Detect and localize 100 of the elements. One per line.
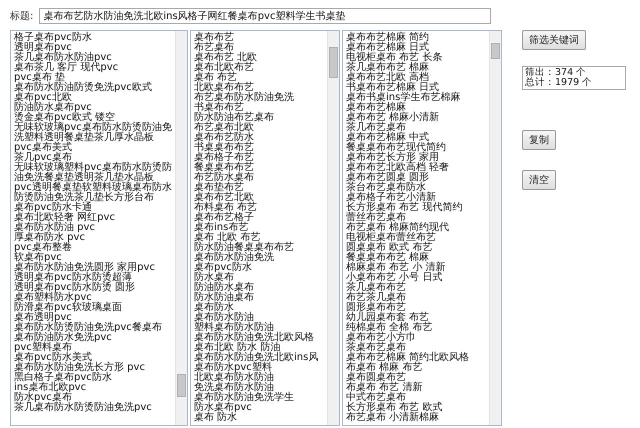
- keyword-line: 桌布布艺: [194, 33, 235, 43]
- keyword-line: 桌布布艺 北欧: [194, 53, 258, 63]
- keyword-line: 桌布防水防油免洗圆形 家用pvc: [14, 263, 156, 273]
- keyword-line: 防水pvc桌布: [14, 393, 72, 403]
- keyword-line: 桌布布艺棉麻: [346, 103, 406, 113]
- scrollbar-track[interactable]: [175, 31, 187, 425]
- keyword-line: 桌布布艺北欧: [194, 193, 254, 203]
- keyword-line: 电视柜桌布蕾丝布艺: [346, 233, 437, 243]
- keyword-line: 桌布布艺防水: [194, 133, 255, 143]
- keyword-line: 长方形桌布 布艺 现代简约: [346, 203, 464, 213]
- keyword-line: 防水防油布艺桌布: [194, 113, 275, 123]
- keyword-line: 布艺桌布北欧: [194, 123, 255, 133]
- keyword-line: 桌布垫布艺: [194, 183, 244, 193]
- keyword-line: 透明桌布pvc防水防烫超薄: [14, 273, 132, 283]
- keyword-line: ins桌布北欧pvc: [14, 383, 86, 393]
- keyword-line: 餐桌桌布布艺现代简约: [346, 143, 447, 153]
- keyword-line: 防水桌布pvc: [194, 403, 253, 413]
- clear-button[interactable]: 清空: [522, 170, 556, 190]
- filter-keywords-button[interactable]: 筛选关键词: [522, 30, 586, 50]
- keyword-line: 茶几桌布布艺 棉麻: [346, 63, 430, 73]
- keyword-line: 棉麻桌布 布艺 小 清新: [346, 263, 447, 273]
- scrollbar-track[interactable]: [489, 31, 501, 425]
- keyword-line: 桌布布艺北欧 高档: [346, 73, 430, 83]
- keyword-line: 桌布布艺棉麻 简约北欧风格: [346, 353, 470, 363]
- keyword-line: 桌布防水pvc塑料: [194, 363, 272, 373]
- copy-button[interactable]: 复制: [522, 130, 556, 150]
- keyword-line: 蕾丝布艺桌布: [346, 213, 406, 223]
- keyword-line: 洗塑料透明餐桌垫茶几厚水晶板: [14, 133, 155, 143]
- keyword-line: 桌布 布艺: [194, 73, 238, 83]
- keyword-line: 布艺防水桌布: [194, 173, 255, 183]
- keyword-line: 桌布防油防水免洗pvc: [14, 333, 113, 343]
- result-textarea[interactable]: 筛出：374 个 总计：1979 个: [522, 66, 626, 90]
- keyword-line: 透明桌布pvc: [14, 43, 72, 53]
- keyword-line: 透明桌布pvc防水防烫 圆形: [14, 283, 136, 293]
- keyword-line: 桌布防水防油免洗北欧ins风: [194, 353, 320, 363]
- keyword-line: 北欧桌布布艺: [194, 83, 254, 93]
- keyword-line: 桌布pvc防水美式: [14, 353, 92, 363]
- keyword-list-box[interactable]: [190, 30, 340, 426]
- keyword-line: 桌布布艺 棉麻小清新: [346, 113, 440, 123]
- keyword-line: pvc塑料桌布: [14, 343, 72, 353]
- keyword-list-box[interactable]: [342, 30, 502, 426]
- scrollbar-thumb[interactable]: [177, 374, 186, 398]
- keyword-line: 圆桌桌布 欧式 布艺: [346, 243, 434, 253]
- keyword-line: 长方形桌布 布艺 欧式: [346, 403, 444, 413]
- keyword-line: 电视柜桌布 布艺 长条: [346, 53, 444, 63]
- keyword-line: 桌布布艺棉麻 日式: [346, 43, 430, 53]
- keyword-line: 书桌布布艺棉麻 日式: [346, 83, 440, 93]
- keyword-line: pvc桌布美式: [14, 143, 73, 153]
- keyword-line: 餐桌桌布布艺 棉麻: [346, 253, 430, 263]
- keyword-line: 桌布布艺小方巾: [346, 333, 417, 343]
- keyword-line: 布艺桌布 小清新棉麻: [346, 413, 440, 423]
- keyword-line: 桌布格子布艺小清新: [346, 193, 436, 203]
- keyword-line: 桌布pvc北欧: [14, 93, 72, 103]
- keyword-line: 软桌布pvc: [14, 253, 62, 263]
- keyword-line: 纯棉桌布 全棉 布艺: [346, 323, 434, 333]
- keyword-line: 餐桌桌布布艺: [194, 163, 255, 173]
- keyword-line: 桌布北欧布艺: [194, 63, 255, 73]
- keyword-line: 书桌桌布布艺: [194, 143, 255, 153]
- title-input[interactable]: 桌布布艺防水防油免洗北欧ins风格子网红餐桌布pvc塑料学生书桌垫: [39, 8, 492, 24]
- keyword-line: 桌布透明pvc: [14, 313, 72, 323]
- keyword-line: 桌布北欧轻奢 网红pvc: [14, 213, 116, 223]
- keyword-line: 茶几桌布防水防烫防油免洗pvc: [14, 403, 153, 413]
- keyword-line: 布桌布 布艺 清新: [346, 383, 424, 393]
- keyword-line: 防水防油餐桌桌布布艺: [194, 243, 295, 253]
- keyword-line: 无味软玻璃pvc桌布防水防烫防油免: [14, 123, 173, 133]
- keyword-line: 幼儿园桌布套 布艺: [346, 313, 430, 323]
- keyword-line: 无味软玻璃塑料pvc桌布防水防烫防: [14, 163, 173, 173]
- keyword-line: 桌布pvc防水卡通: [14, 203, 92, 213]
- keyword-line: 圆形桌布布艺: [346, 303, 407, 313]
- keyword-line: 免洗桌布防水防油: [194, 383, 274, 393]
- scrollbar-track[interactable]: [327, 31, 339, 425]
- keyword-list-box[interactable]: [10, 30, 188, 426]
- keyword-line: 桌布 北欧 布艺: [194, 233, 260, 243]
- keyword-line: 布艺茶几桌布: [346, 293, 407, 303]
- keyword-line: 桌布ins布艺: [194, 223, 248, 233]
- keyword-line: 茶几桌布防水防油pvc: [14, 53, 113, 63]
- keyword-line: pvc桌布整卷: [14, 243, 72, 253]
- keyword-line: 防油防水桌布: [194, 283, 255, 293]
- title-label: 标题:: [10, 10, 34, 23]
- keyword-line: 桌布布艺长方形 家用: [346, 153, 440, 163]
- keyword-line: 桌布布艺棉麻 中式: [346, 133, 430, 143]
- scrollbar-thumb[interactable]: [491, 42, 500, 59]
- keyword-line: 布艺桌布防水防油免洗: [194, 93, 295, 103]
- keyword-line: 布艺桌布 棉麻简约现代: [346, 223, 450, 233]
- keyword-line: 桌布防水防油 pvc: [14, 223, 96, 233]
- keyword-line: 布艺桌布: [194, 43, 235, 53]
- keyword-line: 桌布防水防油: [194, 313, 254, 323]
- keyword-line: 桌布北欧 防水 防油: [194, 343, 280, 353]
- keyword-line: pvc桌布 垫: [14, 73, 65, 83]
- keyword-line: 茶几布艺桌布: [346, 123, 407, 133]
- keyword-line: 桌布 防水: [194, 413, 238, 423]
- keyword-line: 油免洗餐桌垫透明茶几垫水晶板: [14, 173, 154, 183]
- keyword-line: 烫金桌布pvc欧式 镂空: [14, 113, 115, 123]
- keyword-line: 防水桌布: [194, 273, 234, 283]
- keyword-line: 桌布防水防油免洗长方形 pvc: [14, 363, 146, 373]
- keyword-line: 桌布防水防油免洗: [194, 253, 275, 263]
- keyword-line: 北欧桌布防水防油: [194, 373, 275, 383]
- keyword-line: 桌布格子布艺: [194, 153, 255, 163]
- scrollbar-thumb[interactable]: [329, 46, 338, 78]
- keyword-line: 黑白格子桌布pvc防水: [14, 373, 113, 383]
